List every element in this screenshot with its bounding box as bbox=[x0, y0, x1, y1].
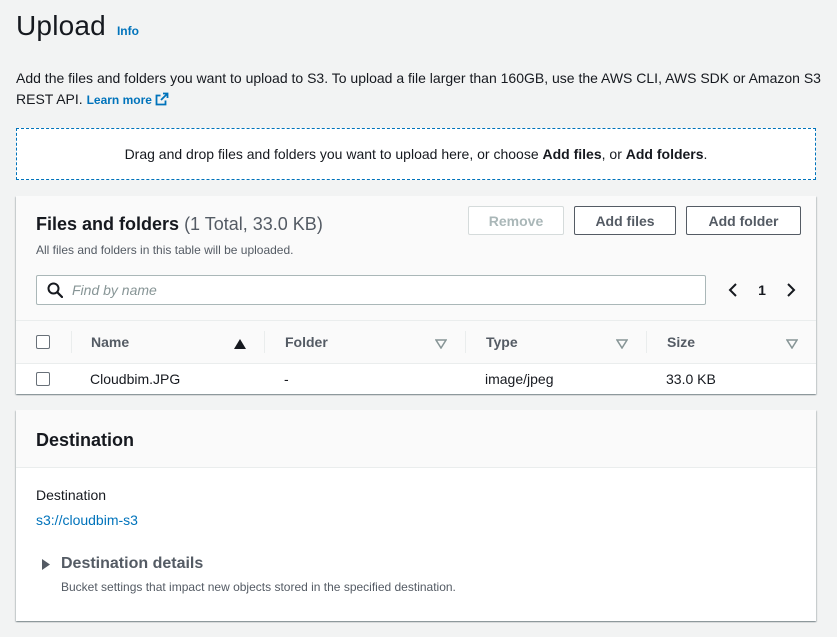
cell-folder: - bbox=[284, 371, 289, 387]
table-header: Name Folder Type Size bbox=[16, 320, 816, 364]
column-divider bbox=[264, 331, 265, 353]
destination-panel: Destination Destination s3://cloudbim-s3… bbox=[16, 410, 816, 621]
page-description: Add the files and folders you want to up… bbox=[16, 68, 821, 113]
dropzone-text-after: . bbox=[703, 146, 708, 162]
files-title-text: Files and folders bbox=[36, 214, 180, 234]
column-header-folder[interactable]: Folder bbox=[285, 321, 328, 363]
info-link[interactable]: Info bbox=[117, 24, 139, 38]
destination-link[interactable]: s3://cloudbim-s3 bbox=[36, 512, 138, 528]
row-checkbox[interactable] bbox=[36, 372, 50, 386]
learn-more-label: Learn more bbox=[86, 93, 152, 107]
external-link-icon bbox=[155, 92, 169, 113]
files-and-folders-panel: Files and folders (1 Total, 33.0 KB) All… bbox=[16, 196, 816, 394]
current-page-number[interactable]: 1 bbox=[742, 282, 782, 298]
chevron-right-icon[interactable] bbox=[782, 279, 800, 301]
destination-details-subtitle: Bucket settings that impact new objects … bbox=[61, 580, 456, 594]
remove-button[interactable]: Remove bbox=[468, 206, 564, 235]
chevron-left-icon[interactable] bbox=[724, 279, 742, 301]
destination-details-title: Destination details bbox=[61, 555, 204, 572]
cell-size: 33.0 KB bbox=[666, 371, 716, 387]
dropzone-text: Drag and drop files and folders you want… bbox=[125, 146, 708, 162]
page-header: Upload Info bbox=[16, 10, 139, 42]
sort-icon[interactable] bbox=[434, 336, 448, 354]
files-panel-header: Files and folders (1 Total, 33.0 KB) All… bbox=[16, 196, 816, 320]
dropzone-text-middle: , or bbox=[601, 146, 626, 162]
search-icon bbox=[47, 282, 63, 298]
destination-label: Destination bbox=[36, 487, 107, 503]
column-header-size[interactable]: Size bbox=[667, 321, 695, 363]
table-row[interactable]: Cloudbim.JPG - image/jpeg 33.0 KB bbox=[16, 364, 816, 394]
select-all-checkbox[interactable] bbox=[36, 335, 50, 349]
page-title: Upload bbox=[16, 10, 106, 41]
files-panel-subtitle: All files and folders in this table will… bbox=[36, 243, 294, 257]
files-count: (1 Total, 33.0 KB) bbox=[184, 214, 323, 234]
destination-details-toggle[interactable]: Destination details bbox=[42, 555, 203, 573]
destination-panel-title: Destination bbox=[36, 430, 135, 450]
search-box bbox=[36, 275, 706, 305]
add-folder-button[interactable]: Add folder bbox=[686, 206, 801, 235]
dropzone-add-folders: Add folders bbox=[625, 146, 704, 162]
drop-zone[interactable]: Drag and drop files and folders you want… bbox=[16, 128, 816, 180]
destination-panel-header: Destination bbox=[16, 410, 816, 468]
dropzone-text-before: Drag and drop files and folders you want… bbox=[124, 146, 543, 162]
dropzone-add-files: Add files bbox=[542, 146, 602, 162]
files-panel-title: Files and folders (1 Total, 33.0 KB) bbox=[36, 214, 323, 235]
add-files-button[interactable]: Add files bbox=[574, 206, 676, 235]
cell-name: Cloudbim.JPG bbox=[90, 371, 181, 387]
learn-more-link[interactable]: Learn more bbox=[86, 92, 169, 107]
pagination: 1 bbox=[724, 279, 800, 301]
search-input[interactable] bbox=[72, 282, 652, 298]
column-divider bbox=[646, 331, 647, 353]
cell-type: image/jpeg bbox=[485, 371, 554, 387]
column-header-type[interactable]: Type bbox=[486, 321, 518, 363]
column-divider bbox=[465, 331, 466, 353]
sort-icon[interactable] bbox=[785, 336, 799, 354]
column-header-name[interactable]: Name bbox=[91, 321, 129, 363]
sort-icon[interactable] bbox=[615, 336, 629, 354]
column-divider bbox=[71, 331, 72, 353]
sort-ascending-icon[interactable] bbox=[234, 336, 246, 354]
caret-right-icon bbox=[42, 558, 50, 570]
